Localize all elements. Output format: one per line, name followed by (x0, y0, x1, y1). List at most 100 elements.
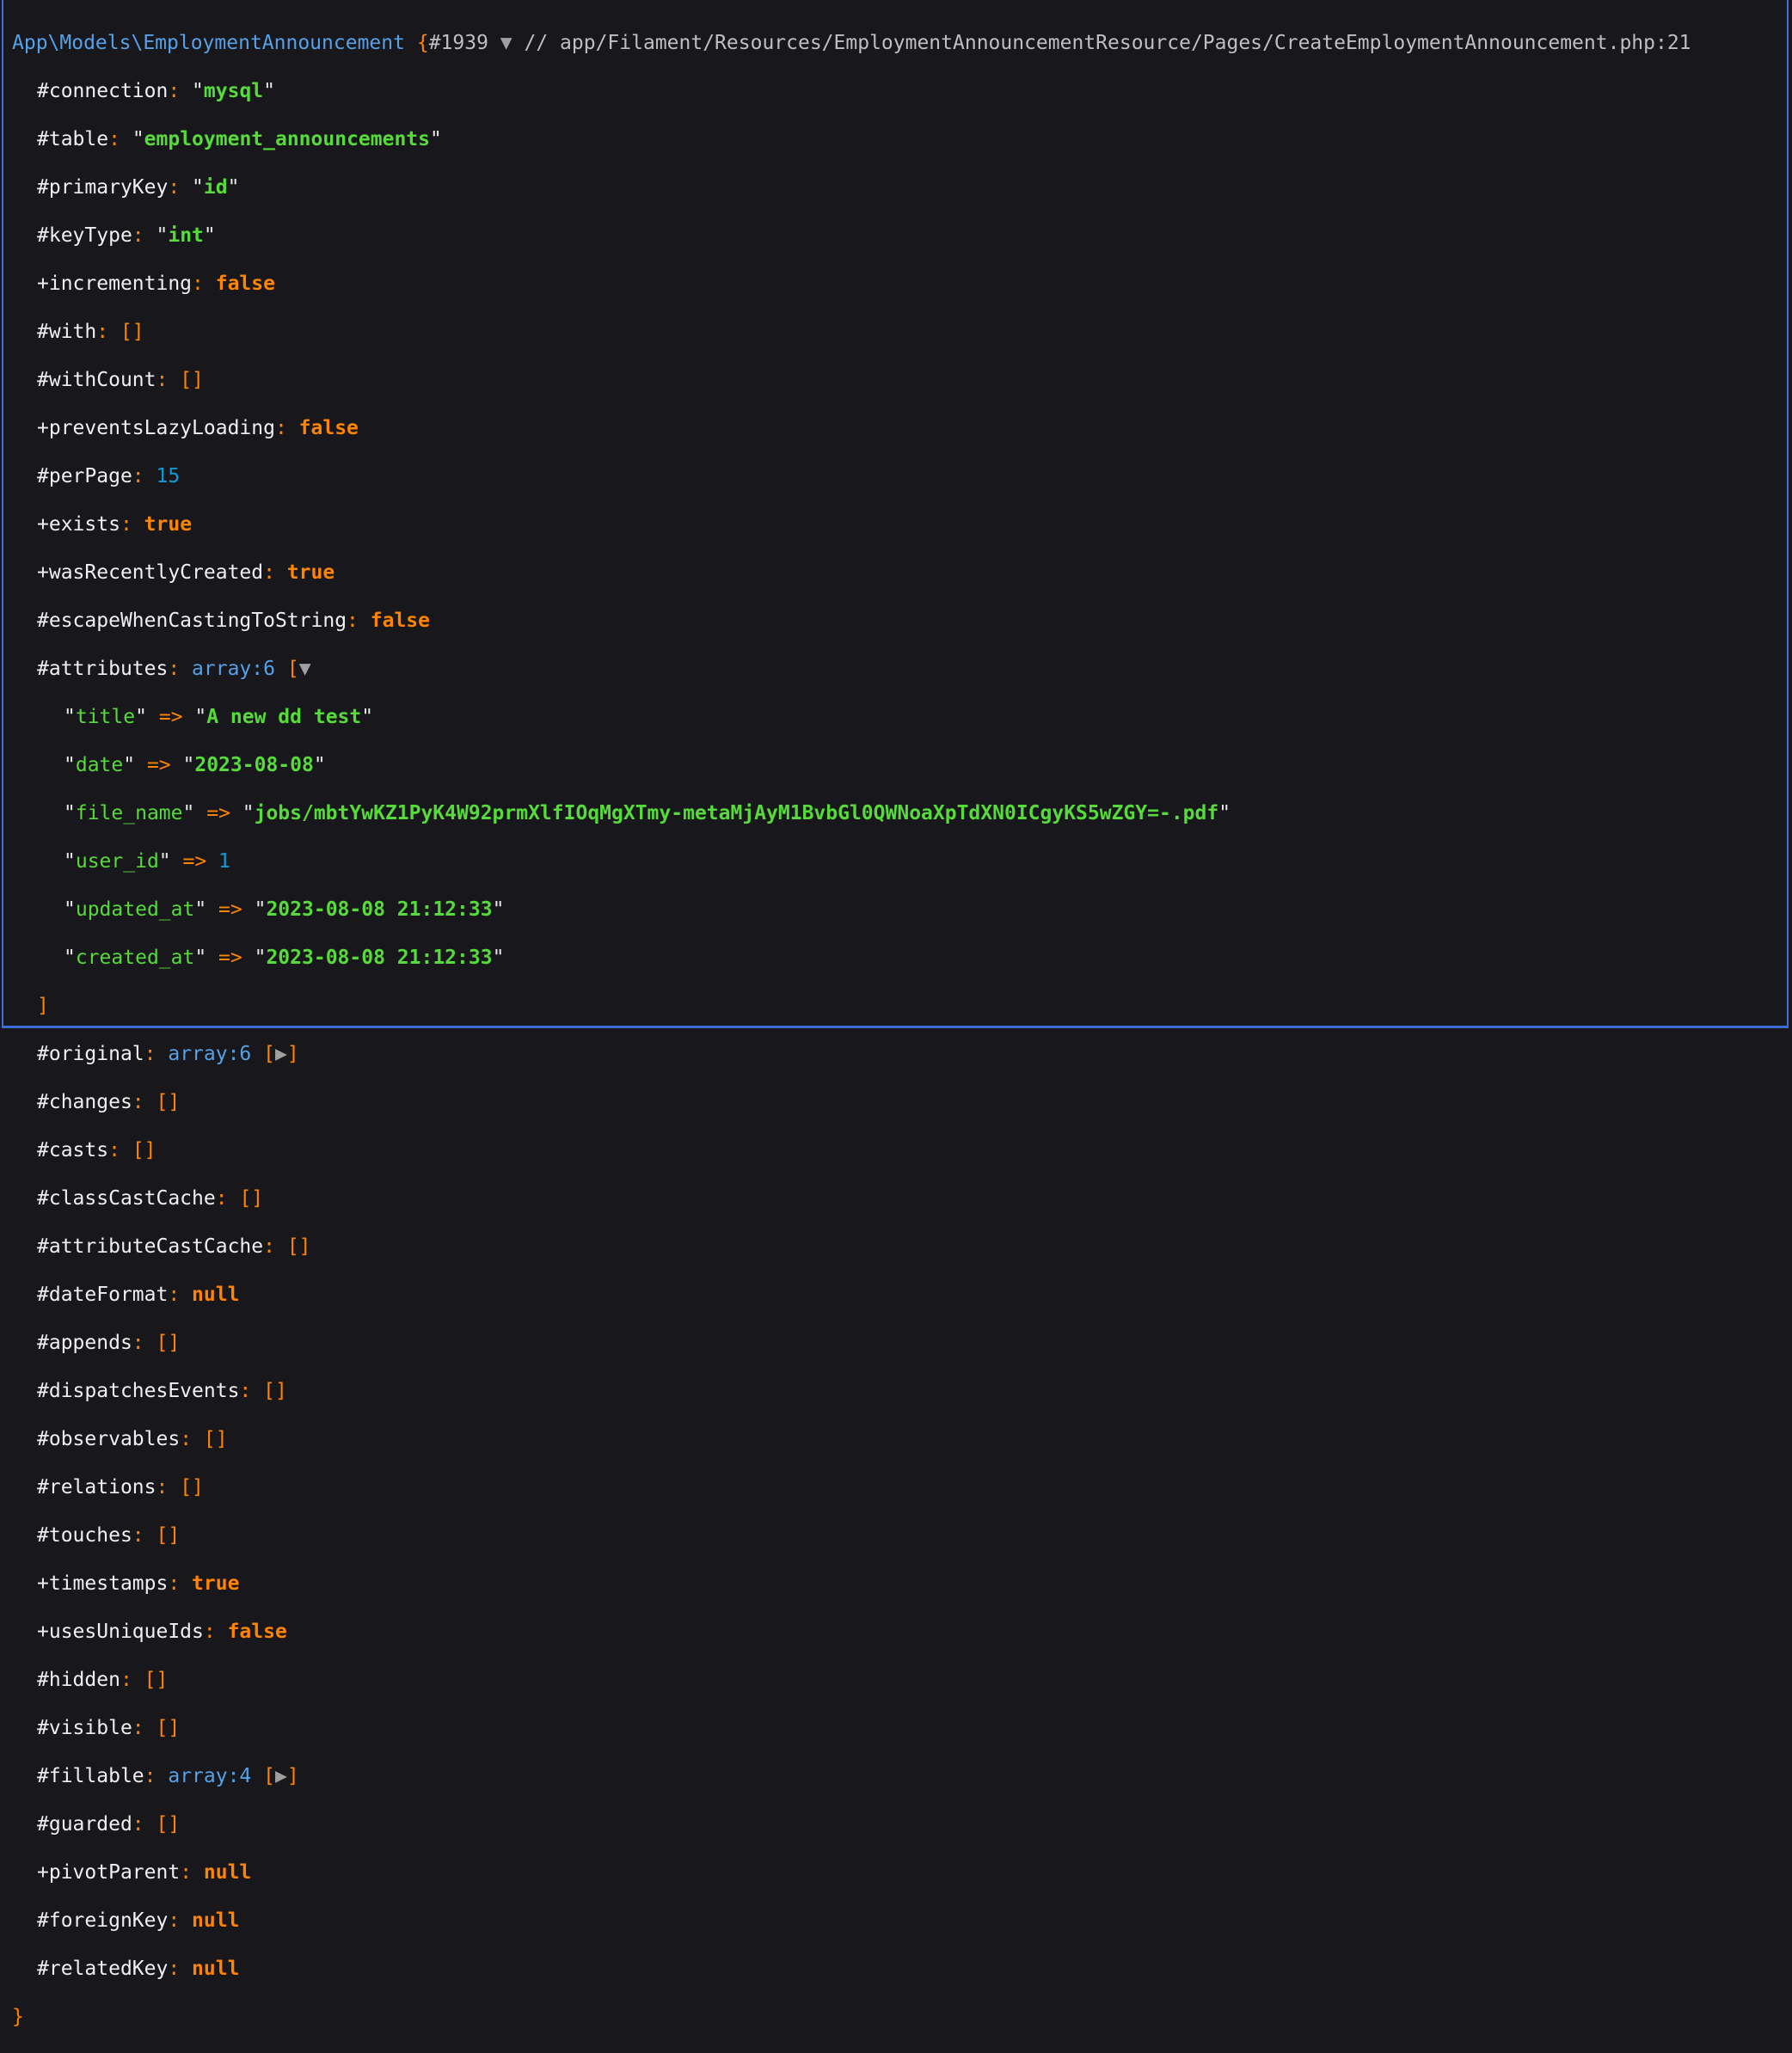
prop-preventsLazyLoading: +preventsLazyLoading: false (12, 416, 1787, 440)
prop-visibility: # (37, 658, 49, 680)
prop-visibility: # (37, 1187, 49, 1210)
prop-name: wasRecentlyCreated (48, 561, 264, 584)
prop-name: with (48, 321, 97, 343)
prop-original: #original: array:6 [▶] (12, 1042, 1787, 1066)
dump-header: App\Models\EmploymentAnnouncement {#1939… (12, 31, 1787, 55)
prop-withCount: #withCount: [] (12, 368, 1787, 392)
attr-title: "title" => "A new dd test" (12, 705, 1787, 729)
quote: " (254, 947, 267, 969)
bracket-open: [ (286, 658, 299, 680)
prop-attributeCastCache: #attributeCastCache: [] (12, 1235, 1787, 1259)
dump-footer: } (12, 2005, 1787, 2029)
prop-table: #table: "employment_announcements" (12, 127, 1787, 151)
prop-name: escapeWhenCastingToString (48, 610, 347, 632)
prop-dispatchesEvents: #dispatchesEvents: [] (12, 1379, 1787, 1403)
prop-visibility: + (37, 273, 49, 295)
colon: : (96, 321, 120, 343)
prop-with: #with: [] (12, 320, 1787, 344)
expand-toggle-icon[interactable]: ▶ (275, 1765, 287, 1787)
colon: : (132, 1813, 156, 1835)
prop-visibility: # (37, 1284, 49, 1306)
attr-updated_at: "updated_at" => "2023-08-08 21:12:33" (12, 898, 1787, 922)
arrow: => (170, 850, 219, 873)
prop-name: connection (48, 80, 169, 102)
arrow: => (135, 754, 183, 776)
prop-relations: #relations: [] (12, 1475, 1787, 1499)
colon: : (132, 1717, 156, 1739)
quote: " (64, 898, 76, 921)
prop-visibility: + (37, 1621, 49, 1643)
prop-name: classCastCache (48, 1187, 216, 1210)
prop-exists: +exists: true (12, 512, 1787, 536)
prop-name: attributes (48, 658, 169, 680)
prop-visibility: # (37, 610, 49, 632)
prop-wasRecentlyCreated: +wasRecentlyCreated: true (12, 561, 1787, 585)
prop-guarded: #guarded: [] (12, 1812, 1787, 1836)
attr-key: user_id (75, 850, 159, 873)
prop-visibility: # (37, 1813, 49, 1835)
quote: " (492, 898, 505, 921)
arrow: => (206, 898, 255, 921)
quote: " (132, 128, 144, 150)
colon: : (168, 658, 193, 680)
attr-value: 2023-08-08 (194, 754, 314, 776)
prop-visible: #visible: [] (12, 1716, 1787, 1740)
prop-visibility: # (37, 1669, 49, 1691)
attr-value: A new dd test (206, 706, 362, 728)
prop-visibility: # (37, 1909, 49, 1932)
quote: " (430, 128, 442, 150)
colon: : (132, 465, 156, 487)
quote: " (64, 850, 76, 873)
colon: : (168, 80, 193, 102)
collapse-toggle-icon[interactable]: ▼ (500, 32, 512, 54)
colon: : (132, 224, 156, 247)
colon: : (203, 1621, 228, 1643)
quote: " (182, 754, 195, 776)
expand-toggle-icon[interactable]: ▶ (275, 1043, 287, 1065)
prop-name: pivotParent (48, 1861, 181, 1884)
prop-visibility: + (37, 1861, 49, 1884)
prop-value: int (168, 224, 204, 247)
prop-escapeWhenCastingToString: #escapeWhenCastingToString: false (12, 609, 1787, 633)
prop-value: 15 (156, 465, 181, 487)
prop-name: observables (48, 1428, 181, 1450)
prop-visibility: # (37, 1765, 49, 1787)
prop-dateFormat: #dateFormat: null (12, 1283, 1787, 1307)
prop-usesUniqueIds: +usesUniqueIds: false (12, 1620, 1787, 1644)
close-brace: } (12, 2006, 24, 2028)
colon: : (120, 513, 144, 536)
quote: " (192, 176, 204, 199)
colon: : (274, 417, 299, 439)
prop-visibility: # (37, 1524, 49, 1547)
prop-visibility: # (37, 1428, 49, 1450)
prop-value: [] (203, 1428, 228, 1450)
colon: : (239, 1380, 264, 1402)
arrow: => (194, 802, 242, 824)
prop-name: changes (48, 1091, 132, 1113)
prop-name: keyType (48, 224, 132, 247)
bracket-close: ] (286, 1765, 299, 1787)
prop-value: false (298, 417, 359, 439)
prop-foreignKey: #foreignKey: null (12, 1909, 1787, 1933)
prop-value: id (203, 176, 228, 199)
prop-name: relations (48, 1476, 156, 1498)
colon: : (168, 1284, 193, 1306)
prop-visibility: # (37, 369, 49, 391)
prop-visibility: # (37, 1091, 49, 1113)
attr-key: updated_at (75, 898, 195, 921)
expanded-toggle-icon[interactable]: ▼ (299, 658, 311, 680)
colon: : (144, 1043, 169, 1065)
prop-value: [] (180, 369, 204, 391)
prop-name: timestamps (48, 1572, 169, 1595)
prop-casts: #casts: [] (12, 1138, 1787, 1162)
prop-value: null (192, 1958, 240, 1980)
prop-visibility: + (37, 417, 49, 439)
colon: : (215, 1187, 240, 1210)
prop-value: [] (156, 1717, 181, 1739)
prop-value: null (192, 1909, 240, 1932)
attr-value: 2023-08-08 21:12:33 (266, 947, 493, 969)
colon: : (156, 1476, 181, 1498)
prop-value: [] (120, 321, 144, 343)
quote: " (64, 706, 76, 728)
object-id: #1939 (428, 32, 488, 54)
